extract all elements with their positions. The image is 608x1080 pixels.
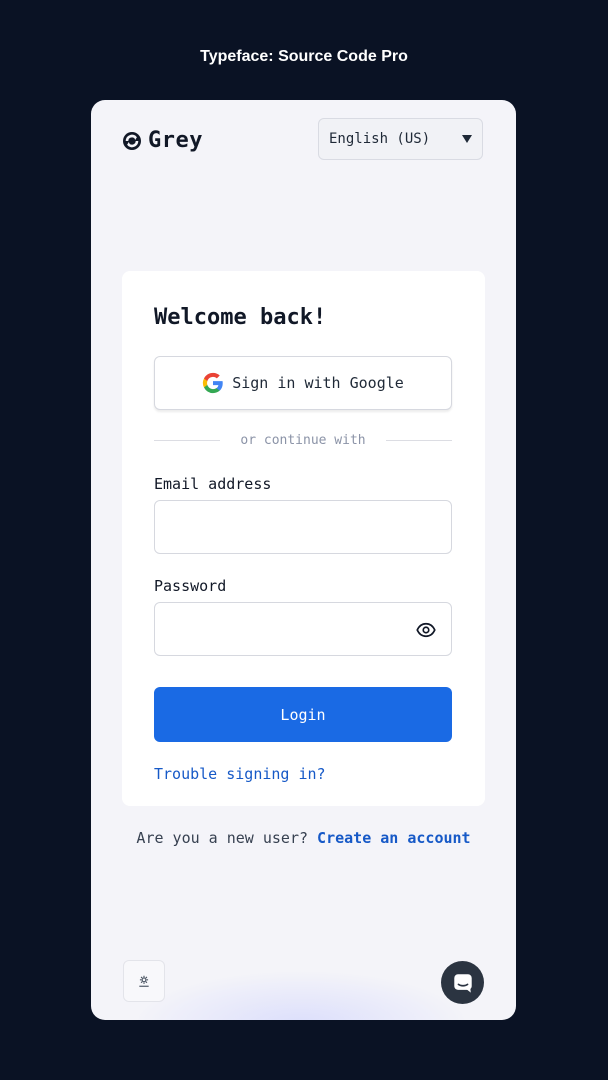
divider-text: or continue with	[240, 432, 366, 448]
new-user-text: Are you a new user?	[136, 829, 309, 847]
create-account-link[interactable]: Create an account	[317, 829, 471, 847]
grey-logo-icon	[123, 131, 141, 150]
divider-line-right	[385, 439, 453, 441]
app-screen: Grey English (US) Welcome back! Sign in …	[91, 100, 516, 1020]
google-signin-label: Sign in with Google	[232, 374, 404, 392]
chat-button[interactable]	[441, 961, 484, 1004]
settings-icon	[139, 975, 149, 987]
chat-icon	[453, 973, 472, 993]
email-field[interactable]	[154, 500, 452, 554]
signup-prompt: Are you a new user? Create an account	[91, 829, 516, 847]
eye-icon[interactable]	[416, 620, 436, 640]
password-label: Password	[154, 577, 227, 595]
divider-line-left	[154, 439, 221, 441]
email-label: Email address	[154, 475, 272, 493]
page-title: Welcome back!	[154, 305, 327, 330]
password-field[interactable]	[154, 602, 452, 656]
settings-button[interactable]	[123, 960, 165, 1002]
typeface-caption: Typeface: Source Code Pro	[200, 48, 408, 65]
google-signin-button[interactable]: Sign in with Google	[154, 356, 452, 410]
divider: or continue with	[154, 430, 453, 450]
google-icon	[203, 372, 223, 394]
bottom-glow	[131, 970, 471, 1020]
login-card: Welcome back! Sign in with Google or con…	[122, 271, 485, 806]
brand-name: Grey	[148, 128, 203, 153]
brand-logo: Grey	[122, 128, 203, 153]
trouble-signing-in-link[interactable]: Trouble signing in?	[154, 765, 326, 783]
chevron-down-icon	[462, 135, 472, 143]
language-select[interactable]: English (US)	[318, 118, 483, 160]
login-button[interactable]: Login	[154, 687, 452, 742]
language-selected: English (US)	[329, 131, 431, 147]
